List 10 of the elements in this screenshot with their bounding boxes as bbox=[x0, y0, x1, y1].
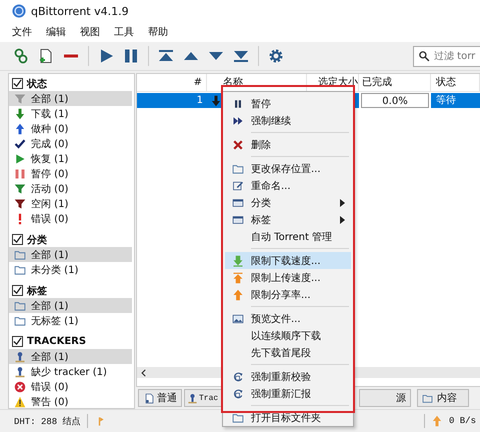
dht-status: DHT: 288 结点 bbox=[14, 416, 81, 428]
status-cell: 等待 bbox=[431, 93, 480, 108]
progress-text: 0.0% bbox=[382, 95, 408, 107]
section-title: 分类 bbox=[27, 234, 47, 246]
section-title: 标签 bbox=[27, 284, 47, 298]
section-title: TRACKERS bbox=[27, 336, 86, 347]
section-title: 状态 bbox=[27, 78, 47, 90]
upload-speed: 0 B/s bbox=[448, 416, 476, 426]
window-title: qBittorrent v4.1.9 bbox=[31, 4, 129, 18]
row-number: 1 bbox=[137, 93, 207, 108]
